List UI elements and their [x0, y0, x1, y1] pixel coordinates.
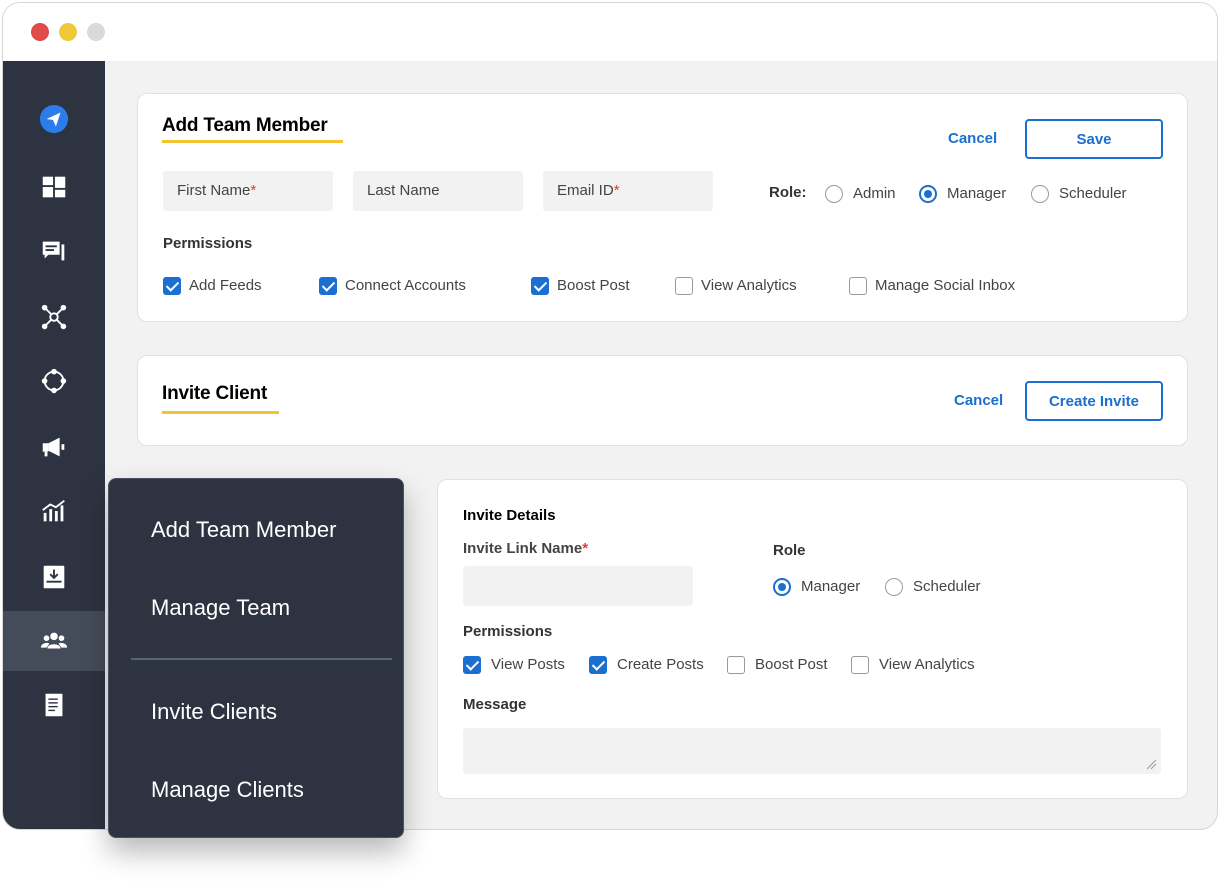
email-placeholder: Email ID — [557, 182, 614, 199]
role-manager-radio[interactable] — [919, 185, 937, 203]
sidebar — [3, 61, 105, 829]
last-name-placeholder: Last Name — [367, 182, 440, 199]
manage-social-inbox-label: Manage Social Inbox — [875, 277, 1016, 294]
view-analytics-label: View Analytics — [701, 277, 797, 294]
permissions-label: Permissions — [463, 623, 553, 640]
create-posts-label: Create Posts — [617, 656, 704, 673]
connect-accounts-label: Connect Accounts — [345, 277, 466, 294]
role-manager-radio[interactable] — [773, 578, 791, 596]
team-flyout-menu: Add Team Member Manage Team Invite Clien… — [108, 478, 404, 838]
create-invite-button[interactable]: Create Invite — [1025, 381, 1163, 421]
menu-item-invite-clients[interactable]: Invite Clients — [151, 699, 277, 725]
card-title: Invite Client — [162, 383, 268, 404]
menu-item-manage-team[interactable]: Manage Team — [151, 595, 290, 621]
dashboard-icon[interactable] — [3, 157, 105, 217]
title-underline — [162, 140, 343, 143]
message-textarea[interactable] — [463, 728, 1161, 774]
role-scheduler-label: Scheduler — [1059, 185, 1127, 202]
connections-icon[interactable] — [3, 351, 105, 411]
required-mark: * — [582, 540, 589, 557]
analytics-icon[interactable] — [3, 481, 105, 541]
card-title: Add Team Member — [162, 115, 328, 136]
logo-send-icon[interactable] — [3, 89, 105, 149]
role-scheduler-radio[interactable] — [1031, 185, 1049, 203]
title-bar — [3, 3, 1217, 61]
role-scheduler-label: Scheduler — [913, 578, 981, 595]
required-mark: * — [613, 182, 620, 199]
cancel-button[interactable]: Cancel — [948, 130, 997, 147]
close-window-button[interactable] — [31, 23, 49, 41]
cancel-button[interactable]: Cancel — [954, 392, 1003, 409]
first-name-placeholder: First Name — [177, 182, 251, 199]
document-icon[interactable] — [3, 675, 105, 735]
feeds-icon[interactable] — [3, 221, 105, 281]
role-scheduler-radio[interactable] — [885, 578, 903, 596]
minimize-window-button[interactable] — [59, 23, 77, 41]
invite-details-card: Invite Details Invite Link Name* Role Ma… — [437, 479, 1188, 799]
email-field[interactable]: Email ID* — [543, 171, 713, 211]
inbox-icon[interactable] — [3, 547, 105, 607]
role-label: Role — [773, 542, 806, 559]
resize-handle-icon[interactable] — [1145, 758, 1157, 770]
first-name-field[interactable]: First Name* — [163, 171, 333, 211]
boost-post-label: Boost Post — [755, 656, 828, 673]
required-mark: * — [250, 182, 257, 199]
boost-post-checkbox[interactable] — [727, 656, 745, 674]
permissions-label: Permissions — [163, 235, 253, 252]
message-label: Message — [463, 696, 527, 713]
network-icon[interactable] — [3, 287, 105, 347]
invite-link-name-label: Invite Link Name* — [463, 540, 588, 557]
role-manager-label: Manager — [801, 578, 861, 595]
boost-post-label: Boost Post — [557, 277, 630, 294]
invite-details-title: Invite Details — [463, 507, 556, 524]
team-icon[interactable] — [3, 611, 105, 671]
title-underline — [162, 411, 279, 414]
add-feeds-label: Add Feeds — [189, 277, 262, 294]
create-posts-checkbox[interactable] — [589, 656, 607, 674]
add-feeds-checkbox[interactable] — [163, 277, 181, 295]
save-button[interactable]: Save — [1025, 119, 1163, 159]
last-name-field[interactable]: Last Name — [353, 171, 523, 211]
add-team-member-card: Add Team Member Cancel Save First Name* … — [137, 93, 1188, 322]
role-manager-label: Manager — [947, 185, 1007, 202]
menu-divider — [131, 658, 392, 660]
view-analytics-checkbox[interactable] — [675, 277, 693, 295]
menu-item-manage-clients[interactable]: Manage Clients — [151, 777, 304, 803]
connect-accounts-checkbox[interactable] — [319, 277, 337, 295]
manage-social-inbox-checkbox[interactable] — [849, 277, 867, 295]
megaphone-icon[interactable] — [3, 417, 105, 477]
role-admin-label: Admin — [853, 185, 896, 202]
view-posts-checkbox[interactable] — [463, 656, 481, 674]
maximize-window-button[interactable] — [87, 23, 105, 41]
menu-item-add-team-member[interactable]: Add Team Member — [151, 517, 336, 543]
role-admin-radio[interactable] — [825, 185, 843, 203]
view-analytics-label: View Analytics — [879, 656, 975, 673]
view-analytics-checkbox[interactable] — [851, 656, 869, 674]
invite-link-name-text: Invite Link Name — [463, 540, 583, 557]
role-label: Role: — [769, 184, 807, 201]
invite-link-name-input[interactable] — [463, 566, 693, 606]
view-posts-label: View Posts — [491, 656, 565, 673]
boost-post-checkbox[interactable] — [531, 277, 549, 295]
invite-client-card: Invite Client Cancel Create Invite — [137, 355, 1188, 446]
